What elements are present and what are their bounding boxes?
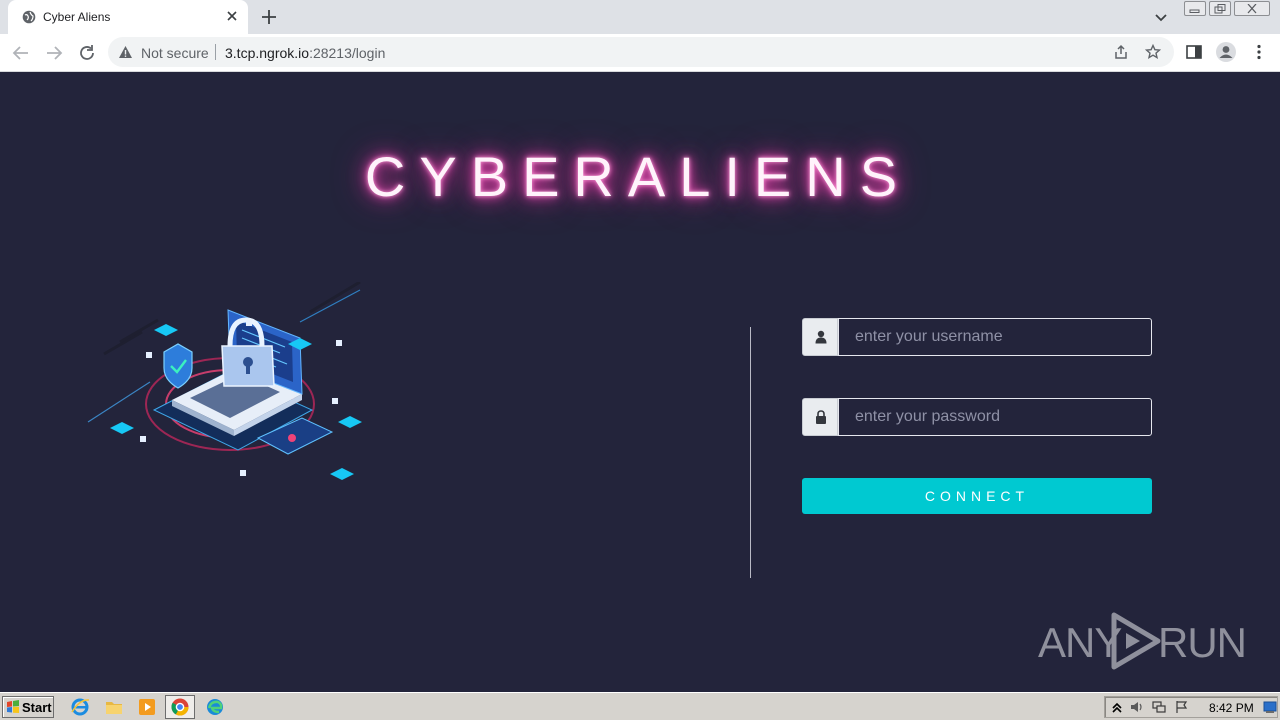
security-label[interactable]: Not secure (141, 45, 209, 61)
browser-tabstrip: Cyber Aliens (0, 0, 1280, 34)
play-logo-icon (1111, 612, 1161, 670)
file-explorer-icon[interactable] (104, 697, 124, 717)
chrome-icon (171, 698, 189, 716)
new-tab-button[interactable] (260, 8, 278, 26)
start-button[interactable]: Start (2, 696, 54, 718)
windows-logo-icon (7, 700, 19, 713)
taskbar-clock[interactable]: 8:42 PM (1209, 701, 1254, 715)
network-icon[interactable] (1152, 700, 1166, 714)
chrome-taskbar-button[interactable] (165, 695, 195, 719)
system-tray: 8:42 PM (1104, 696, 1278, 718)
tab-title: Cyber Aliens (43, 10, 111, 24)
side-panel-icon[interactable] (1185, 43, 1203, 61)
cyber-security-illustration (87, 282, 362, 480)
lock-icon (816, 410, 826, 424)
restore-icon (1214, 4, 1226, 14)
volume-icon[interactable] (1130, 700, 1144, 714)
username-icon-box (802, 318, 838, 356)
globe-icon (22, 10, 36, 24)
password-field (802, 398, 1152, 436)
url-host: 3.tcp.ngrok.io (225, 45, 310, 61)
action-center-flag-icon[interactable] (1175, 700, 1189, 714)
address-divider (215, 44, 216, 60)
password-icon-box (802, 398, 838, 436)
username-field (802, 318, 1152, 356)
watermark-right-text: RUN (1158, 619, 1247, 666)
close-window-button[interactable] (1234, 1, 1270, 16)
vertical-divider (750, 327, 751, 578)
close-tab-icon[interactable] (224, 8, 240, 24)
profile-avatar-icon[interactable] (1215, 41, 1237, 63)
minimize-button[interactable] (1184, 1, 1206, 16)
forward-arrow-icon[interactable] (43, 42, 65, 64)
kebab-menu-icon[interactable] (1250, 43, 1268, 61)
chevron-down-icon[interactable] (1153, 9, 1169, 25)
brand-title: CYBERALIENS (364, 145, 912, 208)
browser-toolbar: Not secure 3.tcp.ngrok.io:28213/login (0, 34, 1280, 72)
connect-button[interactable]: CONNECT (802, 478, 1152, 514)
back-arrow-icon[interactable] (10, 42, 32, 64)
show-desktop-icon[interactable] (1263, 700, 1277, 714)
reload-icon[interactable] (76, 42, 98, 64)
url-text[interactable]: 3.tcp.ngrok.io:28213/login (225, 45, 385, 61)
show-hidden-icons-icon[interactable] (1110, 700, 1124, 714)
username-input[interactable] (838, 318, 1152, 356)
restore-button[interactable] (1209, 1, 1231, 16)
address-bar[interactable]: Not secure 3.tcp.ngrok.io:28213/login (108, 37, 1174, 67)
edge-icon[interactable] (205, 697, 225, 717)
close-icon (1247, 4, 1257, 14)
url-path: :28213/login (309, 45, 386, 61)
internet-explorer-icon[interactable] (70, 697, 90, 717)
share-icon[interactable] (1113, 44, 1129, 60)
start-label: Start (22, 700, 52, 715)
password-input[interactable] (838, 398, 1152, 436)
browser-tab-active[interactable]: Cyber Aliens (8, 0, 248, 34)
user-icon (815, 330, 827, 344)
login-page: CYBERALIENS enter your username CONNECT … (0, 72, 1280, 692)
bookmark-star-icon[interactable] (1145, 44, 1161, 60)
os-taskbar: Start 8:42 PM (0, 692, 1280, 720)
minimize-icon (1189, 9, 1200, 13)
anyrun-watermark: ANY RUN (1038, 609, 1247, 675)
media-player-icon[interactable] (137, 697, 157, 717)
warning-icon[interactable] (118, 45, 133, 59)
